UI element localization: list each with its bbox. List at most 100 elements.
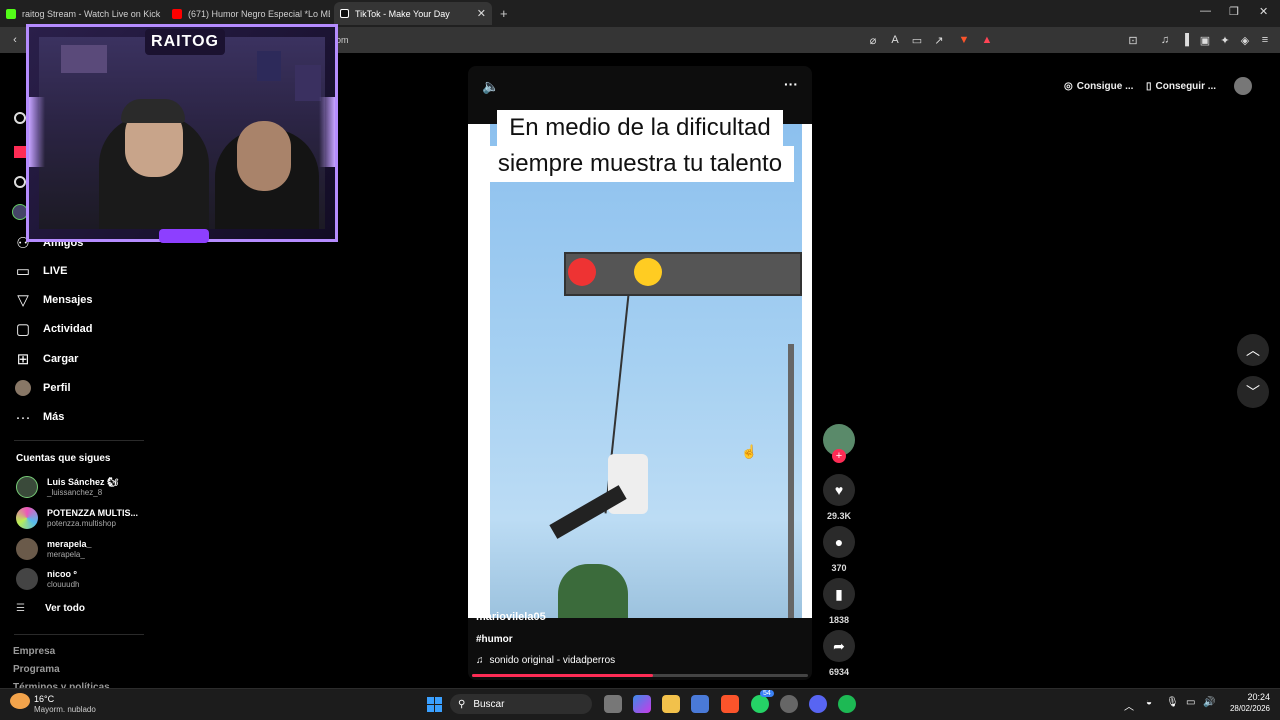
weather-icon[interactable]: [10, 693, 30, 709]
save-button[interactable]: ▮ 1838: [822, 578, 856, 625]
account-item[interactable]: POTENZZA MULTIS... potenzza.multishop: [16, 507, 138, 529]
media-icon[interactable]: ♫: [1158, 33, 1172, 47]
nav-cargar[interactable]: ⊞ Cargar: [14, 348, 79, 370]
minimize-icon[interactable]: —: [1200, 5, 1211, 17]
close-tab-icon[interactable]: ✕: [477, 7, 486, 20]
overlay-decoration: [319, 97, 335, 167]
account-item[interactable]: nicoo º clouuudh: [16, 568, 79, 590]
clock-date[interactable]: 28/02/2026: [1222, 704, 1270, 713]
footer-link[interactable]: Programa: [13, 664, 60, 675]
poster-image: [61, 45, 107, 73]
screenshot-icon[interactable]: ⊡: [1126, 33, 1140, 47]
tray-app-icon[interactable]: ◒: [1146, 697, 1152, 708]
speaker-icon[interactable]: 🔊: [1203, 697, 1215, 708]
upload-icon: ⊞: [16, 351, 30, 368]
discord-icon[interactable]: [809, 695, 827, 713]
caption-line: siempre muestra tu talento: [485, 146, 795, 182]
copilot-icon[interactable]: [633, 695, 651, 713]
previous-video-button[interactable]: ︿: [1237, 334, 1269, 366]
user-avatar[interactable]: [1234, 77, 1252, 95]
creator-avatar-button[interactable]: +: [822, 424, 856, 463]
nav-perfil[interactable]: Perfil: [14, 377, 71, 399]
menu-icon[interactable]: ≡: [1258, 33, 1272, 47]
footer-link[interactable]: Empresa: [13, 646, 55, 657]
red-light: [568, 258, 596, 286]
spotify-icon[interactable]: [838, 695, 856, 713]
progress-track[interactable]: [472, 674, 808, 677]
volume-icon[interactable]: 🔈: [482, 78, 499, 95]
nav-live[interactable]: ▭ LIVE: [14, 260, 68, 282]
avatar: [16, 507, 38, 529]
see-all-link[interactable]: ☰ Ver todo: [16, 603, 85, 614]
store-icon[interactable]: [691, 695, 709, 713]
activity-icon: ▢: [15, 321, 31, 338]
nav-actividad[interactable]: ▢ Actividad: [14, 318, 93, 340]
poster-image: [295, 65, 321, 101]
video-author[interactable]: mariovilela05: [476, 611, 546, 623]
taskbar-search[interactable]: ⚲ Buscar: [450, 694, 592, 714]
get-app-button[interactable]: ▯ Conseguir ...: [1146, 75, 1216, 97]
video-player[interactable]: 🔈 ··· En medio de la dificultad siempre …: [468, 66, 812, 680]
video-sound[interactable]: ♫ sonido original - vidadperros: [476, 655, 615, 666]
brave-rewards-icon[interactable]: ▲: [980, 33, 994, 47]
cast-icon[interactable]: ▭: [910, 33, 924, 47]
nav-mas[interactable]: ··· Más: [14, 406, 65, 428]
comment-button[interactable]: ● 370: [822, 526, 856, 573]
explore-icon[interactable]: [14, 176, 26, 188]
video-hashtag[interactable]: #humor: [476, 634, 513, 645]
profile-icon: [14, 379, 32, 397]
leo-ai-icon[interactable]: ✦: [1218, 33, 1232, 47]
caption-line: En medio de la dificultad: [497, 110, 783, 146]
task-view-icon[interactable]: [604, 695, 622, 713]
file-explorer-icon[interactable]: [662, 695, 680, 713]
new-tab-plus-icon[interactable]: +: [500, 6, 508, 21]
microphone-icon[interactable]: 🎙: [1166, 697, 1179, 708]
account-item[interactable]: Luis Sánchez 🐿 _luissanchez_8: [16, 476, 118, 498]
brave-shield-icon[interactable]: ▼: [957, 33, 971, 47]
nav-mensajes[interactable]: ▽ Mensajes: [14, 289, 92, 311]
follow-plus-icon[interactable]: +: [832, 449, 846, 463]
like-button[interactable]: ♥ 29.3K: [822, 474, 856, 521]
whatsapp-icon[interactable]: 54: [751, 690, 774, 713]
network-icon[interactable]: ▭: [1186, 697, 1195, 708]
chevron-down-icon: ﹀: [1246, 384, 1260, 400]
next-video-button[interactable]: ﹀: [1237, 376, 1269, 408]
steam-icon[interactable]: [780, 695, 798, 713]
weather-temp[interactable]: 16°C: [34, 694, 54, 704]
weather-desc[interactable]: Mayorm. nublado: [34, 705, 96, 714]
vpn-icon[interactable]: ◈: [1238, 33, 1252, 47]
stream-webcam-overlay: RAITOG: [26, 24, 338, 243]
close-window-icon[interactable]: ✕: [1259, 5, 1268, 18]
share-button[interactable]: ➦ 6934: [822, 630, 856, 677]
back-arrow-icon[interactable]: ‹: [8, 33, 22, 47]
more-options-icon[interactable]: ···: [784, 76, 798, 92]
tab-youtube[interactable]: (671) Humor Negro Especial *Lo ME: [172, 2, 330, 25]
wallet-icon[interactable]: ▣: [1198, 33, 1212, 47]
tiktok-favicon-icon: [340, 9, 349, 18]
mouse-cursor-icon: ☝: [741, 444, 758, 459]
tab-tiktok[interactable]: TikTok - Make Your Day ✕: [334, 2, 492, 25]
windows-start-icon[interactable]: [425, 695, 443, 713]
video-frame: [468, 124, 812, 618]
browser-tab-bar: raitog Stream - Watch Live on Kick (671)…: [0, 0, 1280, 27]
music-note-icon: ♫: [476, 655, 484, 666]
webcam-feed: [39, 37, 325, 229]
traffic-light: [564, 252, 802, 296]
account-item[interactable]: merapela_ merapela_: [16, 538, 92, 560]
overlay-logo: RAITOG: [145, 29, 225, 55]
reader-mode-icon[interactable]: ⌀: [866, 33, 880, 47]
translate-icon[interactable]: A: [888, 33, 902, 47]
tab-kick[interactable]: raitog Stream - Watch Live on Kick: [6, 2, 166, 25]
tree: [558, 564, 628, 618]
restore-icon[interactable]: ❐: [1229, 5, 1239, 18]
more-icon: ···: [15, 408, 31, 426]
sidebar-toggle-icon[interactable]: ▐: [1178, 33, 1192, 47]
get-coins-button[interactable]: ◎ Consigue ...: [1064, 75, 1133, 97]
brave-browser-icon[interactable]: [721, 695, 739, 713]
clock-time[interactable]: 20:24: [1226, 692, 1270, 702]
share-icon[interactable]: ↗: [932, 33, 946, 47]
tray-chevron-up-icon[interactable]: ︿: [1124, 698, 1134, 713]
whatsapp-badge: 54: [760, 690, 774, 697]
search-icon[interactable]: [14, 112, 26, 124]
home-icon[interactable]: [14, 146, 26, 158]
